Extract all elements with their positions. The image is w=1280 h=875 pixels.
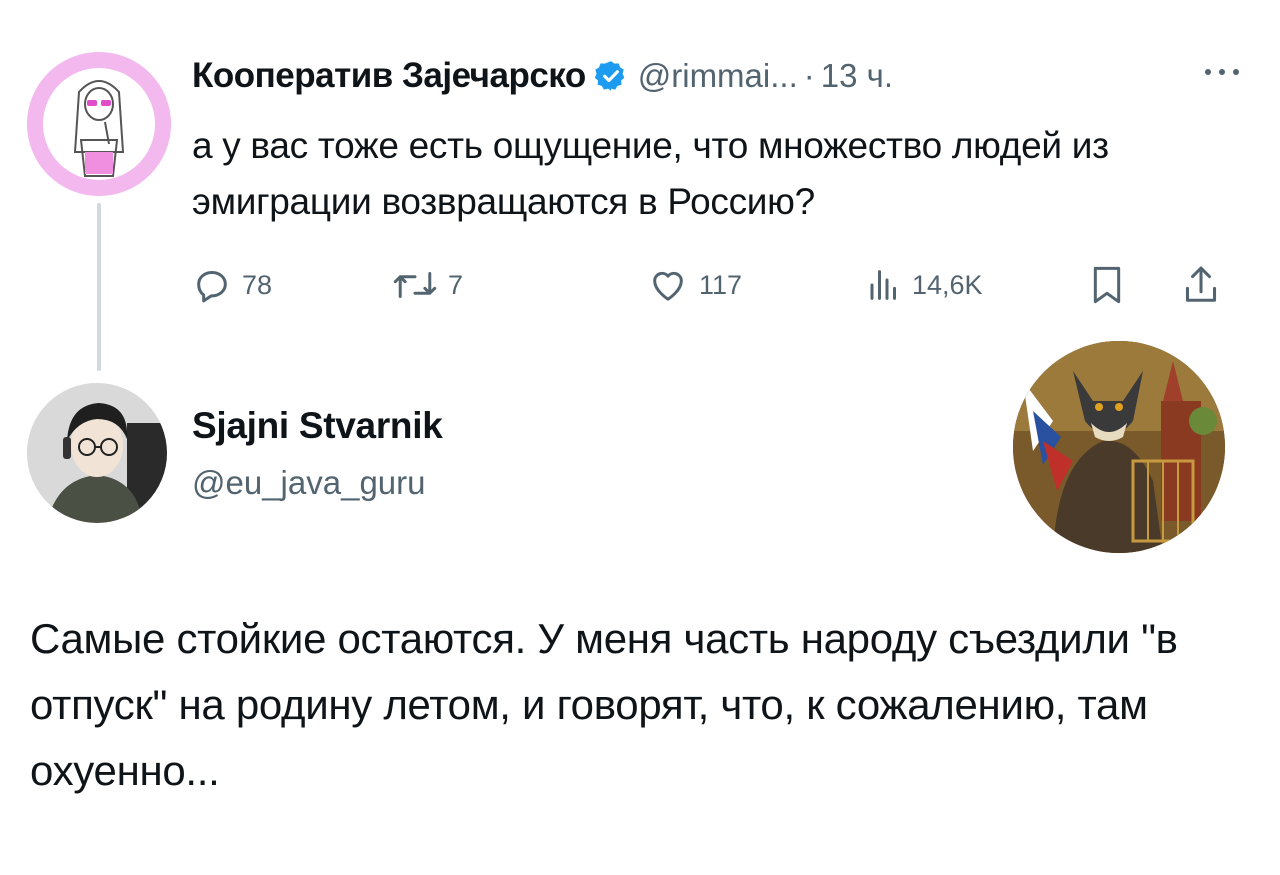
separator-dot: · (803, 57, 815, 94)
bookmark-button[interactable] (1087, 262, 1127, 308)
reply-text: Самые стойкие остаются. У меня часть нар… (30, 615, 1178, 794)
more-dots-icon[interactable] (1200, 60, 1244, 84)
reply-author-handle[interactable]: @eu_java_guru (192, 464, 426, 502)
like-button[interactable]: 117 (647, 262, 742, 308)
reply-count: 78 (242, 269, 273, 300)
like-count: 117 (699, 269, 743, 300)
reply-icon (197, 271, 227, 303)
views-count: 14,6K (912, 269, 983, 300)
views-bar-chart-icon (870, 270, 896, 300)
anime-guy-avatar-icon (27, 383, 167, 523)
girl-sketch-avatar-icon (27, 52, 171, 196)
retweet-icon (393, 272, 437, 298)
retweet-button[interactable]: 7 (392, 262, 463, 308)
retweet-count: 7 (448, 269, 464, 300)
author-name[interactable]: Кооператив Зајечарско (192, 56, 586, 96)
bookmark-icon (1093, 266, 1121, 304)
author-avatar[interactable] (27, 52, 171, 196)
thread-connector-line (97, 203, 101, 371)
author-handle[interactable]: @rimmai... (638, 57, 798, 95)
share-icon (1185, 266, 1217, 302)
heart-icon (653, 271, 683, 301)
share-button[interactable] (1180, 262, 1222, 308)
wolf-painting-image (1013, 341, 1225, 553)
tweet-header: Кооператив Зајечарско @rimmai... · 13 ч. (192, 50, 893, 102)
verified-badge-icon (594, 59, 628, 93)
tweet-actions-bar: 78 7 117 14,6K (192, 262, 1252, 308)
reply-author-name[interactable]: Sjajni Stvarnik (192, 405, 443, 447)
views-button[interactable]: 14,6K (862, 262, 983, 308)
wolf-painting-avatar-icon (1013, 341, 1225, 553)
tweet-timestamp[interactable]: 13 ч. (821, 57, 893, 95)
reply-author-avatar[interactable] (27, 383, 167, 523)
reply-button[interactable]: 78 (192, 262, 272, 308)
tweet-text: а у вас тоже есть ощущение, что множеств… (192, 125, 1109, 222)
